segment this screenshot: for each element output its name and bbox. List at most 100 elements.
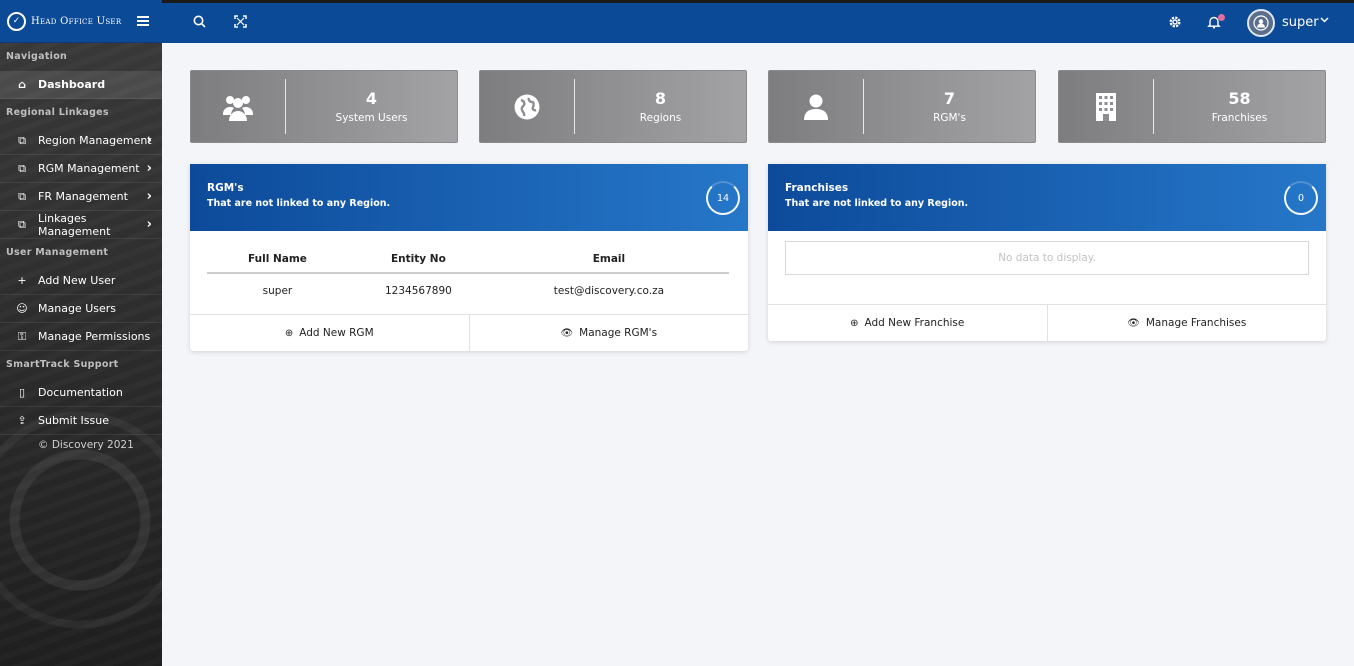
empty-state: No data to display. — [785, 241, 1309, 275]
sidebar-item-rgm-management[interactable]: ⧉ RGM Management › — [0, 155, 162, 183]
upload-icon: ⇪ — [17, 414, 27, 427]
stat-tile-regions[interactable]: 8 Regions — [479, 70, 747, 143]
plus-circle-icon: ⊕ — [850, 317, 859, 329]
avatar-icon[interactable] — [1247, 9, 1275, 37]
stat-value: 8 — [654, 89, 667, 108]
plus-icon: + — [17, 274, 27, 287]
column-header[interactable]: Entity No — [347, 245, 489, 274]
user-icon: ☺ — [16, 302, 28, 315]
stat-label: System Users — [335, 112, 408, 124]
stat-tile-system-users[interactable]: 4 System Users — [190, 70, 458, 143]
chevron-right-icon: › — [146, 189, 152, 204]
rgm-card-header: RGM's That are not linked to any Region.… — [190, 164, 748, 231]
card-title: Franchises — [785, 182, 849, 194]
lock-icon: ⚿ — [17, 329, 27, 343]
sidebar-item-label: Region Management — [38, 134, 152, 147]
sidebar-item-label: Submit Issue — [38, 414, 109, 427]
count-badge: 14 — [706, 181, 740, 215]
cell-email: test@discovery.co.za — [553, 284, 665, 297]
stat-value: 58 — [1228, 89, 1251, 108]
sidebar-item-label: RGM Management — [38, 162, 140, 175]
franchise-card-header: Franchises That are not linked to any Re… — [768, 164, 1326, 231]
gear-icon[interactable] — [1168, 15, 1182, 33]
copy-icon: ⧉ — [18, 189, 26, 203]
add-new-franchise-button[interactable]: ⊕ Add New Franchise — [768, 305, 1047, 341]
column-header[interactable]: Email — [488, 245, 729, 274]
sidebar-item-submit-issue[interactable]: ⇪ Submit Issue — [0, 407, 162, 435]
card-subtitle: That are not linked to any Region. — [207, 198, 391, 209]
rgm-card: RGM's That are not linked to any Region.… — [190, 164, 748, 351]
sidebar-item-linkages-management[interactable]: ⧉ Linkages Management › — [0, 211, 162, 239]
globe-icon — [480, 79, 575, 134]
user-icon — [769, 79, 864, 134]
add-new-rgm-button[interactable]: ⊕ Add New RGM — [190, 315, 469, 351]
franchise-card: Franchises That are not linked to any Re… — [768, 164, 1326, 341]
section-user-management: User Management — [6, 247, 109, 258]
button-label: Add New Franchise — [864, 317, 965, 329]
sidebar-item-region-management[interactable]: ⧉ Region Management › — [0, 127, 162, 155]
eye-icon: 👁 — [560, 327, 574, 339]
button-label: Manage RGM's — [579, 327, 658, 339]
sidebar-item-dashboard[interactable]: ⌂ Dashboard — [0, 71, 162, 99]
sidebar-item-label: Add New User — [38, 274, 116, 287]
sidebar-item-label: Manage Permissions — [38, 330, 151, 343]
logo-icon: ✓ — [7, 11, 26, 31]
sidebar-item-label: FR Management — [38, 190, 128, 203]
chevron-right-icon: › — [146, 133, 152, 148]
stat-label: Franchises — [1211, 112, 1268, 124]
copyright: © Discovery 2021 — [38, 439, 134, 451]
table-row[interactable]: super 1234567890 test@discovery.co.za — [207, 273, 729, 307]
sidebar-item-label: Dashboard — [38, 78, 106, 91]
copy-icon: ⧉ — [18, 133, 26, 147]
sidebar-item-label: Documentation — [38, 386, 123, 399]
section-navigation: Navigation — [6, 51, 68, 62]
cell-full-name: super — [262, 284, 293, 297]
sidebar-item-fr-management[interactable]: ⧉ FR Management › — [0, 183, 162, 211]
users-icon — [191, 79, 286, 134]
plus-circle-icon: ⊕ — [284, 327, 294, 339]
chevron-down-icon[interactable] — [1320, 15, 1329, 27]
document-icon: ▯ — [18, 386, 26, 399]
sidebar-item-documentation[interactable]: ▯ Documentation — [0, 379, 162, 407]
rgm-card-footer: ⊕ Add New RGM 👁 Manage RGM's — [190, 314, 748, 351]
card-subtitle: That are not linked to any Region. — [785, 198, 969, 209]
chevron-right-icon: › — [146, 161, 152, 176]
section-regional-linkages: Regional Linkages — [6, 107, 109, 118]
copy-icon: ⧉ — [18, 161, 26, 175]
card-title: RGM's — [207, 182, 244, 194]
sidebar-item-label: Linkages Management — [37, 211, 111, 238]
sidebar-item-add-new-user[interactable]: + Add New User — [0, 267, 162, 295]
sidebar-item-manage-permissions[interactable]: ⚿ Manage Permissions — [0, 323, 162, 351]
stat-tile-franchises[interactable]: 58 Franchises — [1058, 70, 1326, 143]
sidebar-item-label: Manage Users — [38, 302, 116, 315]
manage-franchises-button[interactable]: 👁 Manage Franchises — [1046, 305, 1327, 341]
brand: ✓ Head Office User — [0, 0, 162, 43]
stat-label: Regions — [639, 112, 682, 124]
column-header[interactable]: Full Name — [207, 245, 348, 274]
fullscreen-icon[interactable] — [234, 15, 247, 32]
stat-tile-rgms[interactable]: 7 RGM's — [768, 70, 1036, 143]
cell-entity-no: 1234567890 — [385, 284, 452, 297]
count-badge: 0 — [1284, 181, 1318, 215]
menu-toggle-icon[interactable] — [137, 16, 150, 26]
chevron-right-icon: › — [146, 217, 152, 232]
user-name[interactable]: super — [1282, 15, 1319, 30]
search-icon[interactable] — [193, 15, 206, 32]
brand-title: Head Office User — [31, 15, 122, 27]
eye-icon: 👁 — [1127, 317, 1140, 329]
stat-value: 4 — [365, 89, 378, 108]
home-icon: ⌂ — [18, 78, 26, 91]
stat-value: 7 — [943, 89, 956, 108]
franchise-card-footer: ⊕ Add New Franchise 👁 Manage Franchises — [768, 304, 1326, 341]
sidebar-item-manage-users[interactable]: ☺ Manage Users — [0, 295, 162, 323]
rgm-table: Full Name Entity No Email super 12345678… — [207, 245, 729, 307]
notification-dot — [1218, 14, 1225, 21]
section-smarttrack-support: SmartTrack Support — [6, 359, 119, 370]
table-header-row: Full Name Entity No Email — [207, 245, 729, 274]
stat-label: RGM's — [933, 112, 966, 124]
manage-rgms-button[interactable]: 👁 Manage RGM's — [468, 315, 749, 351]
button-label: Manage Franchises — [1145, 317, 1247, 329]
button-label: Add New RGM — [299, 327, 374, 339]
copy-icon: ⧉ — [18, 217, 26, 231]
topbar: super — [162, 0, 1354, 43]
